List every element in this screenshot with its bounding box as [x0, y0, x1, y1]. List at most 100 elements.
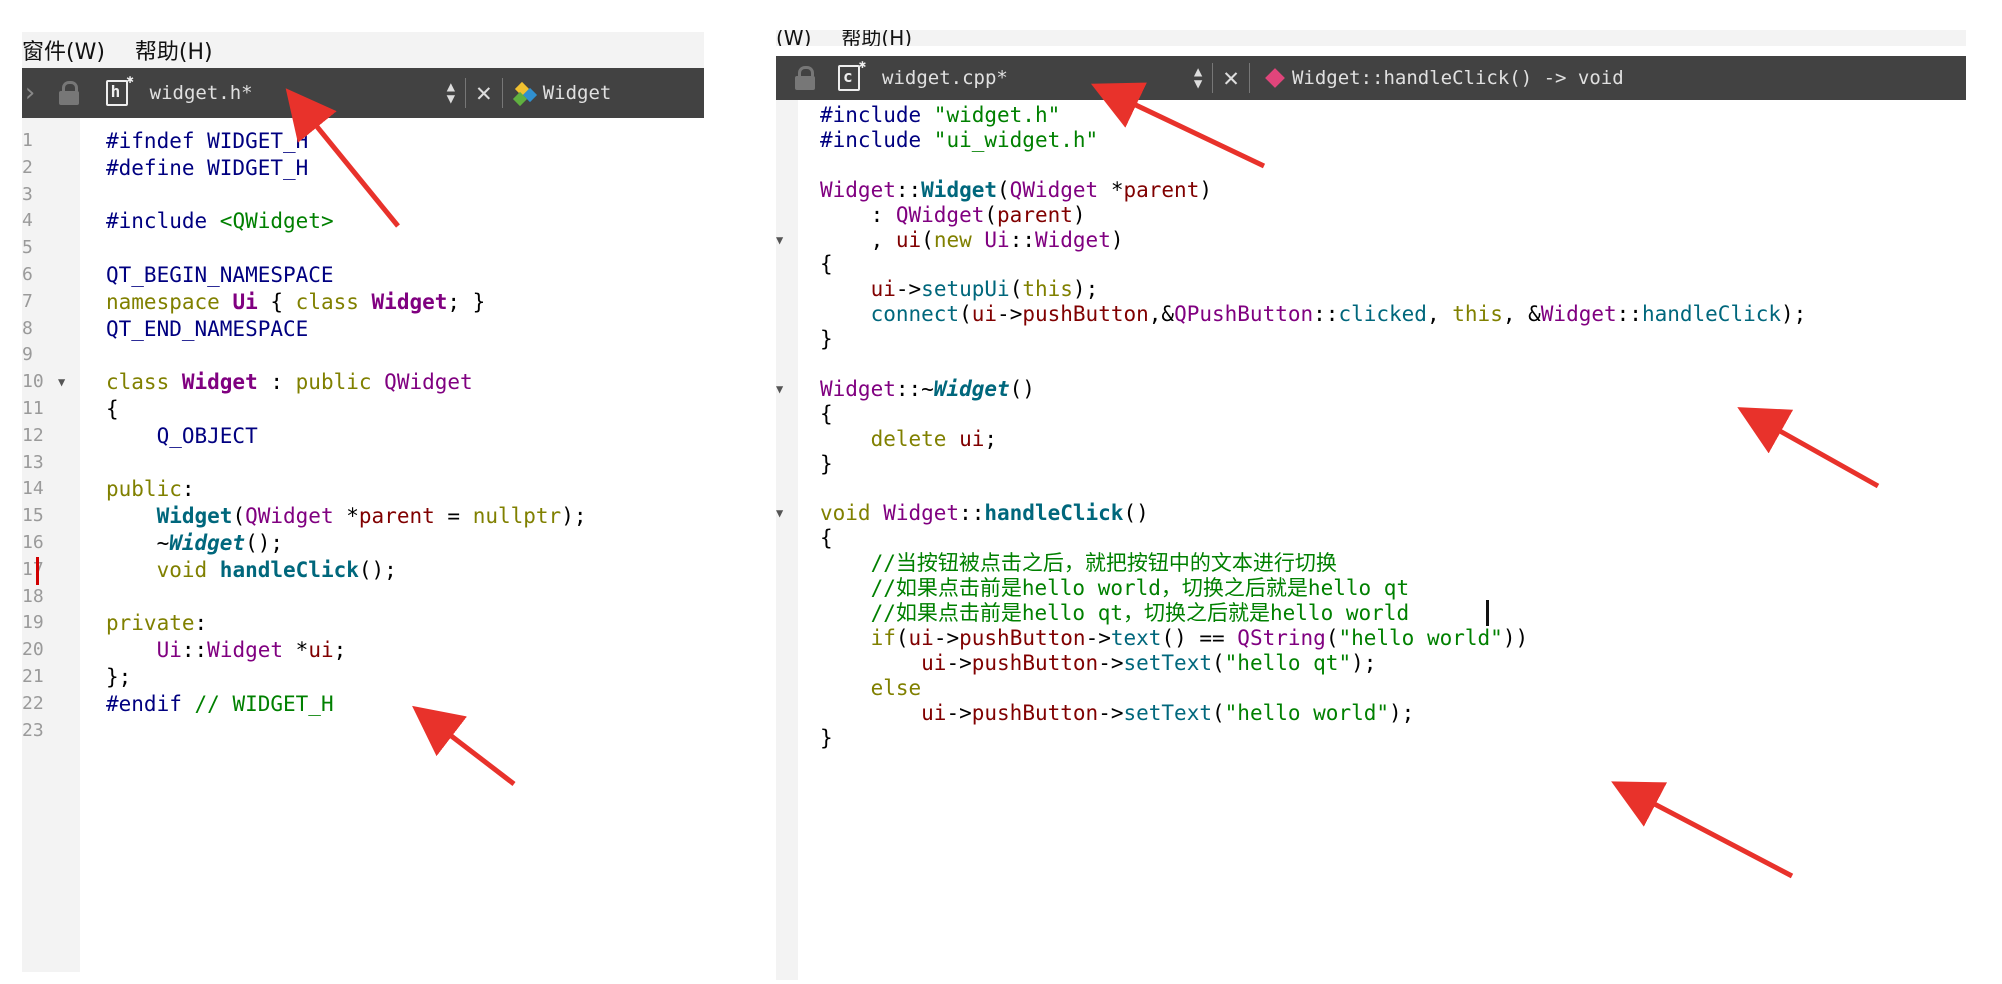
code-line[interactable]: ▼ void Widget::handleClick(): [776, 500, 1966, 526]
code-line[interactable]: [776, 152, 1966, 178]
code-line[interactable]: {: [776, 401, 1966, 427]
code-line[interactable]: delete ui;: [776, 426, 1966, 452]
document-name[interactable]: widget.cpp*: [882, 67, 1008, 89]
code-line[interactable]: connect(ui->pushButton,&QPushButton::cli…: [776, 301, 1966, 327]
code-token: pushButton: [1022, 302, 1149, 327]
code-line[interactable]: [776, 476, 1966, 502]
code-line[interactable]: 8 QT_END_NAMESPACE: [22, 316, 704, 342]
code-token: Widget: [933, 376, 1010, 401]
document-name[interactable]: widget.h*: [150, 82, 253, 104]
code-token: if: [870, 625, 896, 650]
code-token: }: [820, 725, 833, 750]
code-token: ui: [908, 625, 934, 650]
code-token: ::: [895, 177, 922, 202]
fold-arrow-icon[interactable]: ▼: [58, 369, 65, 395]
code-line[interactable]: //如果点击前是hello world，切换之后就是hello qt: [776, 575, 1966, 601]
code-line[interactable]: ui->pushButton->setText("hello qt");: [776, 650, 1966, 676]
code-token: "hello world": [1224, 700, 1390, 725]
code-line[interactable]: //当按钮被点击之后，就把按钮中的文本进行切换: [776, 550, 1966, 576]
code-line[interactable]: 3: [22, 182, 704, 208]
menu-help[interactable]: 帮助(H): [135, 34, 213, 66]
code-line[interactable]: 16 ~Widget();: [22, 530, 704, 556]
code-line[interactable]: 11 {: [22, 396, 704, 422]
lock-icon[interactable]: [792, 66, 818, 90]
code-line[interactable]: 14 public:: [22, 476, 704, 502]
code-line[interactable]: }: [776, 326, 1966, 352]
code-line[interactable]: }: [776, 451, 1966, 477]
line-number: 21: [22, 666, 44, 687]
code-line[interactable]: }: [776, 725, 1966, 751]
code-line[interactable]: ui->pushButton->setText("hello world");: [776, 700, 1966, 726]
code-line[interactable]: 12 Q_OBJECT: [22, 423, 704, 449]
code-line[interactable]: [776, 351, 1966, 377]
code-line[interactable]: #include "ui_widget.h": [776, 127, 1966, 153]
code-token: );: [1072, 277, 1099, 302]
code-line[interactable]: 23: [22, 718, 704, 744]
code-line[interactable]: 17 void handleClick();: [22, 557, 704, 583]
code-token: (: [895, 625, 909, 650]
code-line[interactable]: 10 ▼ class Widget : public QWidget: [22, 369, 704, 395]
code-editor[interactable]: #include "widget.h" #include "ui_widget.h…: [776, 100, 1966, 980]
code-token: (): [1123, 501, 1149, 526]
code-token: setupUi: [921, 277, 1010, 302]
line-number: 15: [22, 505, 44, 527]
code-token: ::: [1313, 302, 1339, 327]
code-line[interactable]: Widget::Widget(QWidget *parent): [776, 177, 1966, 203]
code-token: public: [106, 477, 182, 502]
code-line[interactable]: : QWidget(parent): [776, 202, 1966, 228]
code-line[interactable]: {: [776, 251, 1966, 277]
code-line[interactable]: 21};: [22, 664, 704, 690]
code-token: (: [959, 302, 972, 327]
line-number: 10: [22, 371, 44, 393]
code-line[interactable]: 9: [22, 342, 704, 368]
code-line[interactable]: {: [776, 525, 1966, 551]
code-text: Ui::Widget *ui;: [106, 637, 347, 663]
code-token: :: [181, 477, 195, 502]
code-line[interactable]: 7 namespace Ui { class Widget; }: [22, 289, 704, 315]
fold-arrow-icon[interactable]: ▼: [776, 500, 783, 526]
code-editor[interactable]: 1 #ifndef WIDGET_H 2 #define WIDGET_H 3 4 #inc…: [22, 118, 704, 972]
fold-arrow-icon[interactable]: ▼: [776, 227, 783, 253]
fold-arrow-icon[interactable]: ▼: [776, 376, 783, 402]
code-line[interactable]: 19 private:: [22, 610, 704, 636]
code-text: QT_BEGIN_NAMESPACE: [106, 262, 334, 288]
code-token: Widget: [156, 504, 233, 529]
code-line[interactable]: ▼ , ui(new Ui::Widget): [776, 227, 1966, 253]
code-token: QWidget: [1009, 177, 1099, 202]
close-icon[interactable]: ✕: [476, 78, 492, 108]
menu-window[interactable]: 窗件(W): [22, 34, 105, 66]
code-line[interactable]: #include "widget.h": [776, 102, 1966, 128]
code-line[interactable]: ui->setupUi(this);: [776, 276, 1966, 302]
up-down-icon[interactable]: ▲ ▼: [447, 80, 455, 106]
menu-help[interactable]: 帮助(H): [841, 30, 912, 46]
code-line[interactable]: 5: [22, 235, 704, 261]
code-line[interactable]: else: [776, 675, 1966, 701]
code-line[interactable]: 22 #endif // WIDGET_H: [22, 691, 704, 717]
code-line[interactable]: 13: [22, 450, 704, 476]
code-line[interactable]: if(ui->pushButton->text() == QString("he…: [776, 625, 1966, 651]
code-line[interactable]: ▼ Widget::~Widget(): [776, 376, 1966, 402]
text-caret: [1486, 600, 1489, 626]
symbol-selector[interactable]: Widget::handleClick() -> void: [1292, 67, 1624, 89]
chevron-right-icon[interactable]: ›: [22, 78, 38, 108]
code-line[interactable]: 20 Ui::Widget *ui;: [22, 637, 704, 663]
code-token: (: [1009, 277, 1023, 302]
menu-window[interactable]: (W): [776, 30, 811, 46]
code-line[interactable]: 15 Widget(QWidget *parent = nullptr);: [22, 503, 704, 529]
code-line[interactable]: 6 QT_BEGIN_NAMESPACE: [22, 262, 704, 288]
code-token: else: [870, 675, 922, 700]
code-line[interactable]: 4 #include <QWidget>: [22, 208, 704, 234]
code-token: ->: [1085, 625, 1111, 650]
code-line[interactable]: 1 #ifndef WIDGET_H: [22, 128, 704, 154]
code-text: class Widget : public QWidget: [106, 369, 473, 395]
lock-icon[interactable]: [56, 81, 82, 105]
up-down-icon[interactable]: ▲ ▼: [1194, 65, 1202, 91]
symbol-selector[interactable]: Widget: [543, 82, 612, 104]
code-token: {: [820, 252, 833, 277]
code-line[interactable]: //如果点击前是hello qt，切换之后就是hello world: [776, 600, 1966, 626]
code-line[interactable]: 18: [22, 584, 704, 610]
code-line[interactable]: 2 #define WIDGET_H: [22, 155, 704, 181]
close-icon[interactable]: ✕: [1223, 63, 1239, 93]
